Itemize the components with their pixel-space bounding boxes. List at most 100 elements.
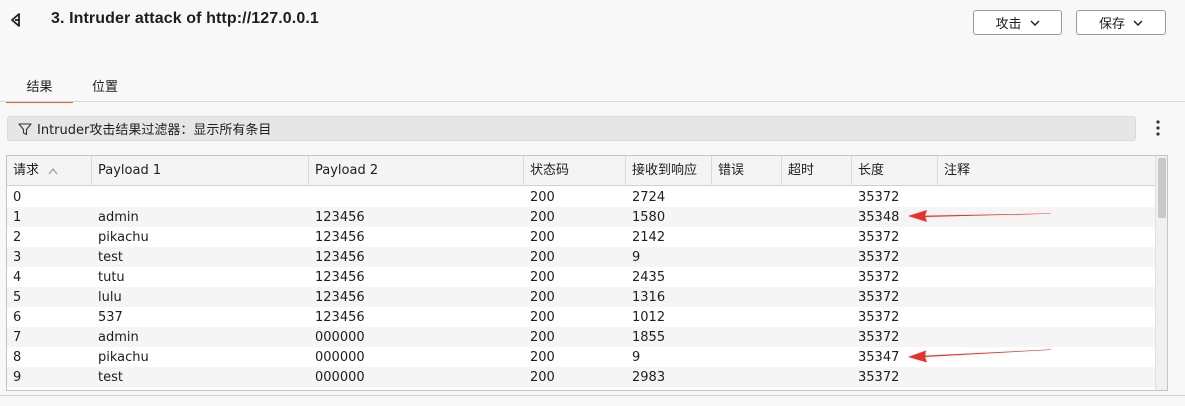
column-header-timeout[interactable]: 超时: [782, 156, 852, 186]
cell-request: 9: [13, 370, 22, 385]
table-row[interactable]: 9 test 000000 200 2983 35372: [7, 367, 1155, 387]
cell-status: 200: [530, 350, 555, 365]
cell-length: 35372: [858, 330, 900, 345]
cell-error: [712, 187, 782, 207]
cell-length: 35372: [858, 270, 900, 285]
cell-payload1: [92, 187, 309, 207]
cell-status: 200: [530, 290, 555, 305]
table-row[interactable]: 4 tutu 123456 200 2435 35372: [7, 267, 1155, 287]
cell-error: [712, 307, 782, 327]
cell-request: 6: [13, 310, 22, 325]
cell-status: 200: [530, 230, 555, 245]
cell-error: [712, 327, 782, 347]
column-header-request[interactable]: 请求: [7, 156, 92, 186]
table-row[interactable]: 6 537 123456 200 1012 35372: [7, 307, 1155, 327]
table-row[interactable]: 7 admin 000000 200 1855 35372: [7, 327, 1155, 347]
column-header-length[interactable]: 长度: [852, 156, 938, 186]
cell-request: 0: [13, 190, 22, 205]
bottom-divider: [0, 395, 1185, 396]
cell-status: 200: [530, 190, 555, 205]
cell-comment: [938, 327, 1155, 347]
cell-request: 1: [13, 210, 22, 225]
cell-timeout: [782, 367, 852, 387]
annotation-arrow-row-8: [908, 349, 1051, 363]
cell-payload1: pikachu: [98, 230, 149, 245]
burp-intruder-logo-icon: [11, 13, 20, 27]
cell-payload2: 123456: [315, 250, 365, 265]
table-row[interactable]: 5 lulu 123456 200 1316 35372: [7, 287, 1155, 307]
cell-timeout: [782, 227, 852, 247]
cell-timeout: [782, 307, 852, 327]
cell-comment: [938, 247, 1155, 267]
table-row[interactable]: 3 test 123456 200 9 35372: [7, 247, 1155, 267]
attack-menu-button[interactable]: 攻击: [973, 10, 1062, 35]
chevron-down-icon: [1030, 20, 1039, 26]
tab-positions[interactable]: 位置: [78, 78, 132, 101]
cell-payload1: test: [98, 250, 123, 265]
cell-comment: [938, 187, 1155, 207]
cell-payload1: 537: [98, 310, 123, 325]
cell-error: [712, 247, 782, 267]
cell-error: [712, 207, 782, 227]
tabs-divider: [0, 101, 1185, 102]
more-options-icon[interactable]: [1152, 119, 1164, 137]
cell-timeout: [782, 207, 852, 227]
save-button-label: 保存: [1098, 17, 1125, 32]
cell-status: 200: [530, 330, 555, 345]
cell-request: 7: [13, 330, 22, 345]
cell-error: [712, 227, 782, 247]
cell-response-received: 1012: [632, 310, 666, 325]
cell-timeout: [782, 327, 852, 347]
cell-timeout: [782, 347, 852, 367]
column-header-error[interactable]: 错误: [712, 156, 782, 186]
column-header-payload1[interactable]: Payload 1: [92, 156, 309, 186]
table-row[interactable]: 2 pikachu 123456 200 2142 35372: [7, 227, 1155, 247]
cell-timeout: [782, 287, 852, 307]
cell-payload2: 123456: [315, 310, 365, 325]
attack-button-label: 攻击: [995, 17, 1022, 32]
cell-status: 200: [530, 310, 555, 325]
table-row[interactable]: 0 200 2724 35372: [7, 187, 1155, 207]
cell-payload2: 000000: [315, 350, 365, 365]
cell-error: [712, 287, 782, 307]
cell-response-received: 2983: [632, 370, 666, 385]
cell-error: [712, 347, 782, 367]
cell-error: [712, 267, 782, 287]
save-menu-button[interactable]: 保存: [1076, 10, 1166, 35]
cell-payload2: 123456: [315, 230, 365, 245]
cell-status: 200: [530, 250, 555, 265]
cell-request: 4: [13, 270, 22, 285]
column-header-comment[interactable]: 注释: [938, 156, 1155, 186]
cell-payload1: admin: [98, 210, 139, 225]
column-header-payload2[interactable]: Payload 2: [309, 156, 524, 186]
cell-payload1: test: [98, 370, 123, 385]
results-filter-bar[interactable]: Intruder攻击结果过滤器：显示所有条目: [7, 116, 1136, 141]
attack-window-header: 3. Intruder attack of http://127.0.0.1 攻…: [0, 0, 1185, 70]
cell-comment: [938, 307, 1155, 327]
cell-request: 8: [13, 350, 22, 365]
tab-results[interactable]: 结果: [6, 78, 73, 103]
column-header-response-received[interactable]: 接收到响应: [626, 156, 712, 186]
cell-payload2: 000000: [315, 370, 365, 385]
cell-request: 5: [13, 290, 22, 305]
cell-request: 2: [13, 230, 22, 245]
chevron-down-icon: [1133, 20, 1143, 26]
cell-comment: [938, 227, 1155, 247]
cell-length: 35372: [858, 290, 900, 305]
vertical-scrollbar[interactable]: [1155, 156, 1167, 390]
attack-title: 3. Intruder attack of http://127.0.0.1: [51, 10, 319, 27]
column-header-status[interactable]: 状态码: [524, 156, 626, 186]
annotation-arrow-row-1: [908, 210, 1051, 222]
cell-payload2: 123456: [315, 210, 365, 225]
cell-comment: [938, 287, 1155, 307]
cell-response-received: 2724: [632, 190, 666, 205]
scrollbar-thumb[interactable]: [1158, 158, 1166, 218]
cell-timeout: [782, 267, 852, 287]
cell-payload1: admin: [98, 330, 139, 345]
cell-length: 35372: [858, 310, 900, 325]
cell-length: 35372: [858, 230, 900, 245]
cell-timeout: [782, 187, 852, 207]
column-header-label: 请求: [13, 163, 40, 178]
cell-payload1: lulu: [98, 290, 122, 305]
cell-payload1: pikachu: [98, 350, 149, 365]
